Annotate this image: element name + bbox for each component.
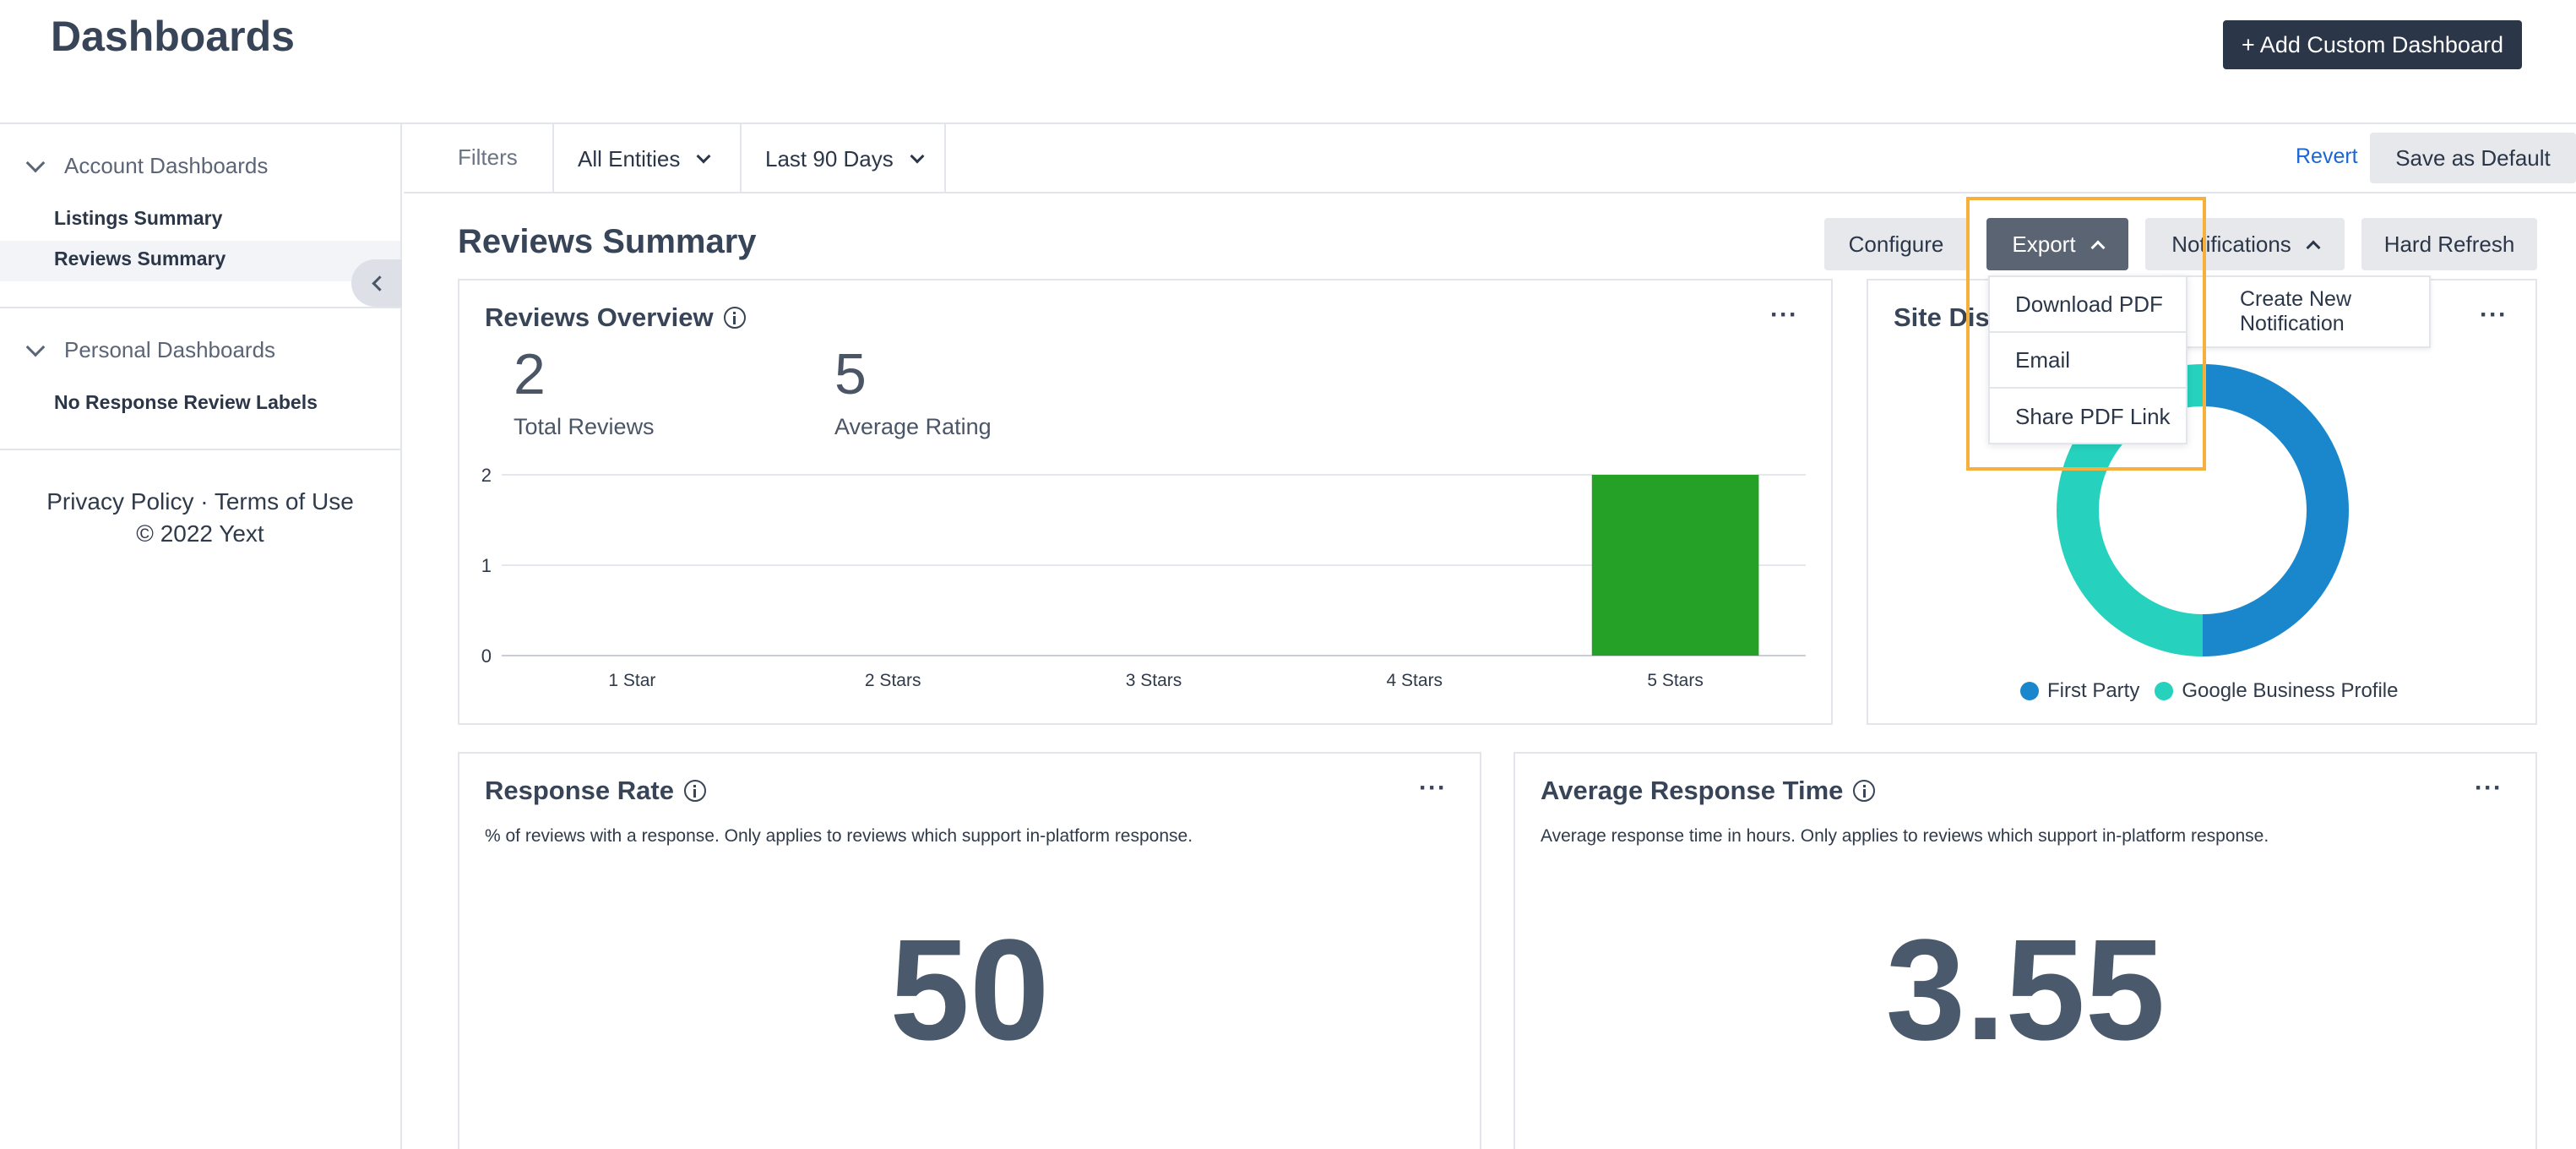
sidebar-item-no-response-review-labels[interactable]: No Response Review Labels	[54, 391, 318, 414]
sidebar-item-reviews-summary[interactable]: Reviews Summary	[54, 248, 226, 270]
notifications-button-label: Notifications	[2171, 231, 2291, 257]
average-response-time-value: 3.55	[1885, 910, 2166, 1070]
average-rating-value: 5	[834, 342, 867, 406]
chevron-up-icon	[2306, 240, 2321, 255]
x-tick-label: 3 Stars	[1126, 671, 1182, 690]
filter-bar: Filters All Entities Last 90 Days Revert…	[404, 124, 2576, 193]
card-title-text: Average Response Time	[1541, 776, 1844, 805]
card-description: Average response time in hours. Only app…	[1541, 826, 2269, 846]
chevron-down-icon	[696, 149, 711, 164]
donut-slice	[2202, 364, 2349, 656]
x-tick-label: 4 Stars	[1387, 671, 1443, 690]
share-pdf-link-item[interactable]: Share PDF Link	[1990, 389, 2186, 444]
sidebar-group-label: Personal Dashboards	[64, 337, 276, 362]
card-title: Response Rate	[485, 776, 706, 806]
x-tick-label: 5 Stars	[1647, 671, 1704, 690]
save-as-default-button[interactable]: Save as Default	[2370, 133, 2576, 183]
more-options-icon[interactable]: ···	[1419, 774, 1447, 803]
info-icon[interactable]	[683, 780, 706, 802]
info-icon[interactable]	[723, 307, 746, 329]
average-rating-label: Average Rating	[834, 414, 992, 439]
x-tick-label: 2 Stars	[865, 671, 921, 690]
response-rate-card: Response Rate ··· % of reviews with a re…	[458, 752, 1481, 1149]
chevron-left-icon	[371, 275, 388, 291]
chevron-up-icon	[2090, 240, 2106, 255]
total-reviews-value: 2	[514, 342, 546, 406]
y-tick-label: 2	[481, 465, 492, 486]
chevron-down-icon	[25, 337, 46, 357]
configure-button[interactable]: Configure	[1824, 218, 1968, 270]
card-title-text: Reviews Overview	[485, 302, 714, 332]
notifications-button[interactable]: Notifications	[2145, 218, 2345, 270]
create-new-notification-item[interactable]: Create New Notification	[2240, 287, 2429, 336]
chevron-down-icon	[910, 149, 925, 164]
notifications-dropdown: Create New Notification	[2162, 275, 2431, 348]
chevron-down-icon	[25, 153, 46, 172]
email-item[interactable]: Email	[1990, 333, 2186, 389]
add-custom-dashboard-button[interactable]: + Add Custom Dashboard	[2223, 20, 2522, 69]
sidebar-group-account[interactable]: Account Dashboards	[25, 153, 269, 179]
export-dropdown: Download PDF Email Share PDF Link	[1988, 275, 2187, 444]
terms-of-use-link[interactable]: Terms of Use	[215, 488, 354, 515]
sidebar-divider	[0, 307, 400, 308]
export-button[interactable]: Export	[1986, 218, 2128, 270]
card-title-text: Response Rate	[485, 776, 674, 805]
legend-label-google: Google Business Profile	[2182, 679, 2399, 702]
sidebar-divider	[0, 449, 400, 450]
card-title: Reviews Overview	[485, 302, 746, 333]
bar	[1591, 475, 1759, 656]
y-tick-label: 0	[481, 645, 492, 667]
section-title: Reviews Summary	[458, 223, 757, 260]
privacy-policy-link[interactable]: Privacy Policy	[46, 488, 193, 515]
date-range-filter-value: Last 90 Days	[765, 145, 894, 172]
sidebar: Account Dashboards Listings Summary Revi…	[0, 124, 402, 1149]
average-response-time-card: Average Response Time ··· Average respon…	[1514, 752, 2537, 1149]
legend-swatch-first-party	[2020, 682, 2039, 700]
revert-link[interactable]: Revert	[2296, 144, 2358, 169]
sidebar-group-label: Account Dashboards	[64, 153, 269, 178]
legend-label-first-party: First Party	[2047, 679, 2140, 702]
more-options-icon[interactable]: ···	[1770, 301, 1798, 329]
more-options-icon[interactable]: ···	[2475, 774, 2503, 803]
page-title: Dashboards	[51, 13, 295, 60]
legend-swatch-google	[2155, 682, 2174, 700]
sidebar-item-listings-summary[interactable]: Listings Summary	[54, 207, 222, 230]
chart-legend: First Party Google Business Profile	[2020, 679, 2398, 703]
date-range-filter-dropdown[interactable]: Last 90 Days	[740, 124, 946, 193]
sidebar-group-personal[interactable]: Personal Dashboards	[25, 337, 276, 363]
sidebar-footer: Privacy Policy · Terms of Use © 2022 Yex…	[0, 486, 400, 550]
y-tick-label: 1	[481, 555, 492, 576]
card-description: % of reviews with a response. Only appli…	[485, 826, 1193, 846]
entities-filter-dropdown[interactable]: All Entities	[552, 124, 740, 193]
footer-separator: ·	[200, 488, 209, 515]
filters-label: Filters	[458, 144, 518, 170]
total-reviews-label: Total Reviews	[514, 414, 655, 439]
hard-refresh-button[interactable]: Hard Refresh	[2361, 218, 2537, 270]
collapse-sidebar-button[interactable]	[351, 259, 402, 307]
download-pdf-item[interactable]: Download PDF	[1990, 277, 2186, 333]
reviews-overview-card: Reviews Overview ··· 2 Total Reviews 5 A…	[458, 279, 1833, 725]
card-title: Average Response Time	[1541, 776, 1876, 806]
export-button-label: Export	[2012, 231, 2076, 257]
reviews-by-rating-chart: 0 1 2 1 Star 2 Stars 3 Stars 4 Stars 5 Stars	[481, 465, 1806, 690]
copyright-text: © 2022 Yext	[136, 520, 264, 547]
info-icon[interactable]	[1853, 780, 1876, 802]
response-rate-value: 50	[889, 910, 1050, 1070]
entities-filter-value: All Entities	[578, 145, 681, 172]
x-tick-label: 1 Star	[608, 671, 655, 690]
